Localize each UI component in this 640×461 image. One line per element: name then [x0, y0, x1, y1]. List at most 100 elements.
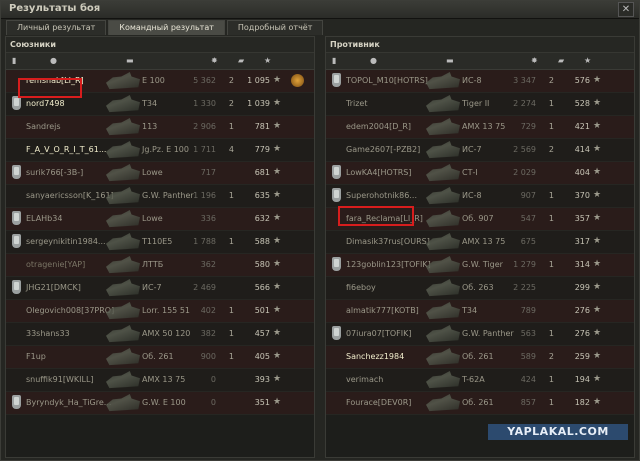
- kills-value: 2: [228, 76, 234, 85]
- damage-value: 2 469: [193, 283, 216, 292]
- damage-icon[interactable]: ✸: [531, 56, 538, 66]
- star-icon: ★: [593, 259, 602, 269]
- highlight-box-own-player: [18, 78, 82, 98]
- tab-team-result[interactable]: Командный результат: [108, 20, 225, 35]
- table-row[interactable]: ELAHb34 Lowe 336 632 ★: [6, 208, 314, 231]
- table-row[interactable]: 123goblin123[TOFIK] G.W. Tiger 1 279 1 314 ★: [326, 254, 634, 277]
- player-name: Fourace[DEV0R]: [346, 398, 412, 407]
- damage-icon[interactable]: ✸: [211, 56, 218, 66]
- tank-image: [426, 141, 460, 159]
- table-row[interactable]: F_A_V_O_R_I_T_61... Jg.Pz. E 100 1 711 4 779…: [6, 139, 314, 162]
- table-row[interactable]: Olegovich008[37PRO] Lorr. 155 51 402 1 501 ★: [6, 300, 314, 323]
- enemies-list: TOPOL_M10[HOTRS] ИС-8 3 347 2 576 ★ Trizet Tige…: [326, 70, 634, 415]
- medal-icon: [12, 211, 21, 225]
- table-row[interactable]: sanyaericsson[K_161] G.W. Panther 1 196 1 63…: [6, 185, 314, 208]
- tab-detailed-report[interactable]: Подробный отчёт: [226, 20, 324, 35]
- star-icon: ★: [593, 75, 602, 85]
- kills-value: 1: [548, 191, 554, 200]
- table-row[interactable]: verimach T-62A 424 1 194 ★: [326, 369, 634, 392]
- xp-value: 182: [574, 398, 590, 407]
- tank-icon[interactable]: ▬: [126, 56, 134, 66]
- table-row[interactable]: Dimasik37rus[OURS] AMX 13 75 675 317 ★: [326, 231, 634, 254]
- xp-value: 405: [254, 352, 270, 361]
- xp-value: 566: [254, 283, 270, 292]
- table-row[interactable]: LowKA4[HOTRS] СТ-I 2 029 404 ★: [326, 162, 634, 185]
- xp-value: 1 095: [247, 76, 270, 85]
- damage-value: 3 347: [513, 76, 536, 85]
- table-row[interactable]: sergeynikitin1984... T110E5 1 788 1 588 ★: [6, 231, 314, 254]
- table-row[interactable]: Trizet Tiger II 2 274 1 528 ★: [326, 93, 634, 116]
- table-row[interactable]: 07iura07[TOFIK] G.W. Panther 563 1 276 ★: [326, 323, 634, 346]
- vehicle-name: Об. 261: [142, 352, 174, 361]
- achievement-icon[interactable]: [291, 74, 304, 87]
- close-icon[interactable]: ✕: [618, 2, 634, 17]
- vehicle-name: Jg.Pz. E 100: [142, 145, 189, 154]
- tab-personal-result[interactable]: Личный результат: [6, 20, 107, 35]
- tank-image: [426, 95, 460, 113]
- damage-value: 2 274: [513, 99, 536, 108]
- table-row[interactable]: Sandrejs 113 2 906 1 781 ★: [6, 116, 314, 139]
- kills-value: 1: [228, 306, 234, 315]
- medal-icon[interactable]: ▮: [12, 56, 16, 66]
- vehicle-name: Lorr. 155 51: [142, 306, 190, 315]
- tank-image: [426, 233, 460, 251]
- vehicle-name: AMX 50 120: [142, 329, 191, 338]
- xp-icon[interactable]: ★: [264, 56, 271, 66]
- tank-image: [426, 302, 460, 320]
- table-row[interactable]: Byryndyk_Ha_TiGre... G.W. E 100 0 351 ★: [6, 392, 314, 415]
- xp-value: 457: [254, 329, 270, 338]
- table-row[interactable]: JHG21[DMCK] ИС-7 2 469 566 ★: [6, 277, 314, 300]
- tank-icon[interactable]: ▬: [446, 56, 454, 66]
- watermark: YAPLAKAL.COM: [488, 424, 628, 440]
- table-row[interactable]: surik766[-3B-] Lowe 717 681 ★: [6, 162, 314, 185]
- player-name: TOPOL_M10[HOTRS]: [346, 76, 428, 85]
- vehicle-name: СТ-I: [462, 168, 478, 177]
- player-name: Superohotnik86...: [346, 191, 417, 200]
- table-row[interactable]: 33shans33 AMX 50 120 382 1 457 ★: [6, 323, 314, 346]
- xp-value: 681: [254, 168, 270, 177]
- tank-image: [426, 371, 460, 389]
- star-icon: ★: [593, 167, 602, 177]
- xp-value: 393: [254, 375, 270, 384]
- table-row[interactable]: snuffik91[WKILL] AMX 13 75 0 393 ★: [6, 369, 314, 392]
- medal-icon: [332, 326, 341, 340]
- xp-value: 635: [254, 191, 270, 200]
- kills-icon[interactable]: ▰: [238, 56, 244, 66]
- star-icon: ★: [593, 282, 602, 292]
- tank-image: [426, 348, 460, 366]
- kills-value: 1: [548, 375, 554, 384]
- table-row[interactable]: otragenie[YAP] ЛТТБ 362 580 ★: [6, 254, 314, 277]
- damage-value: 1 711: [193, 145, 216, 154]
- window-title: Результаты боя: [9, 3, 101, 14]
- table-row[interactable]: F1up Об. 261 900 1 405 ★: [6, 346, 314, 369]
- damage-value: 336: [200, 214, 216, 223]
- allies-title: Союзники: [6, 37, 314, 53]
- player-icon[interactable]: ●: [370, 56, 377, 66]
- damage-value: 1 788: [193, 237, 216, 246]
- xp-value: 351: [254, 398, 270, 407]
- damage-value: 1 196: [193, 191, 216, 200]
- table-row[interactable]: Sanchezz1984 Об. 261 589 2 259 ★: [326, 346, 634, 369]
- damage-value: 2 029: [513, 168, 536, 177]
- table-row[interactable]: fi6eboy Об. 263 2 225 299 ★: [326, 277, 634, 300]
- tank-image: [106, 279, 140, 297]
- xp-icon[interactable]: ★: [584, 56, 591, 66]
- table-row[interactable]: Game2607[-PZB2] ИС-7 2 569 2 414 ★: [326, 139, 634, 162]
- vehicle-name: T110E5: [142, 237, 173, 246]
- player-name: snuffik91[WKILL]: [26, 375, 94, 384]
- star-icon: ★: [593, 351, 602, 361]
- player-icon[interactable]: ●: [50, 56, 57, 66]
- table-row[interactable]: TOPOL_M10[HOTRS] ИС-8 3 347 2 576 ★: [326, 70, 634, 93]
- table-row[interactable]: Superohotnik86... ИС-8 907 1 370 ★: [326, 185, 634, 208]
- table-row[interactable]: edem2004[D_R] AMX 13 75 729 1 421 ★: [326, 116, 634, 139]
- medal-icon[interactable]: ▮: [332, 56, 336, 66]
- player-name: 33shans33: [26, 329, 70, 338]
- vehicle-name: E 100: [142, 76, 165, 85]
- damage-value: 789: [520, 306, 536, 315]
- table-row[interactable]: Fourace[DEV0R] Об. 261 857 1 182 ★: [326, 392, 634, 415]
- table-row[interactable]: almatik777[KOTB] T34 789 276 ★: [326, 300, 634, 323]
- xp-value: 421: [574, 122, 590, 131]
- kills-value: 1: [548, 99, 554, 108]
- kills-icon[interactable]: ▰: [558, 56, 564, 66]
- kills-value: 1: [548, 260, 554, 269]
